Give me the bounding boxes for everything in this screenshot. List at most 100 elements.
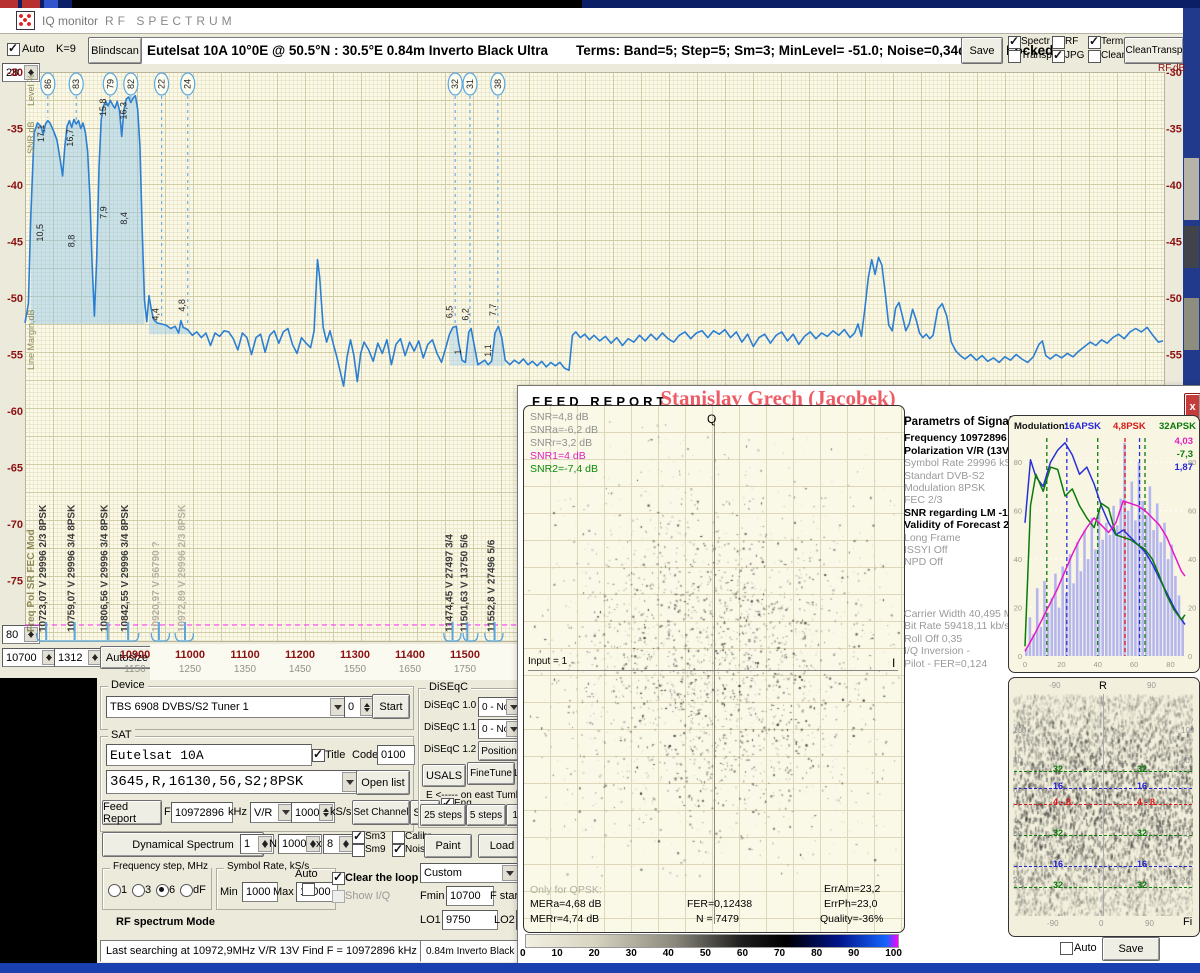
finetune-button[interactable]: FineTune (467, 762, 515, 785)
menu-iq-monitor[interactable]: IQ monitor (42, 14, 98, 28)
phase-y-label: 100 (1013, 726, 1026, 735)
symauto-checkbox[interactable] (302, 883, 315, 896)
diseqc10-label: DiSEqC 1.0 (424, 700, 476, 711)
svg-text:-50: -50 (1166, 293, 1182, 305)
step3-radio[interactable] (132, 884, 145, 897)
constellation-plot[interactable]: Q I Input = 1 SNR=4,8 dBSNRa=-6,2 dBSNRr… (523, 405, 905, 933)
svg-text:60: 60 (1014, 507, 1022, 516)
feed-auto-checkbox[interactable] (1060, 942, 1073, 955)
svg-text:10842,55 V 29996 3/4 8PSK: 10842,55 V 29996 3/4 8PSK (120, 504, 131, 632)
svg-text:0: 0 (1188, 652, 1192, 661)
step1-radio[interactable] (108, 884, 121, 897)
scale-number: 80 (811, 948, 822, 959)
svg-text:80: 80 (1166, 660, 1174, 669)
sat-name-input[interactable]: Eutelsat 10A (106, 744, 312, 766)
clear-loop-checkbox[interactable] (332, 872, 345, 885)
frequency-field[interactable]: 10972896 (171, 802, 233, 823)
svg-text:-45: -45 (1166, 237, 1182, 249)
signal-parameter-line: SNR regarding LM -1, dB (904, 507, 1006, 519)
svg-text:1450: 1450 (289, 664, 312, 675)
steps25-button[interactable]: 25 steps (420, 804, 466, 826)
svg-text:4,03: 4,03 (1175, 436, 1194, 447)
sm3-checkbox[interactable] (352, 831, 365, 844)
signal-parameter-line (904, 569, 1006, 582)
svg-text:SNR,dB: SNR,dB (26, 121, 36, 154)
density-gradient-bar (525, 934, 899, 948)
blindscan-button[interactable]: Blindscan (88, 37, 142, 64)
svg-text:4,8: 4,8 (177, 299, 187, 312)
open-list-button[interactable]: Open list (356, 770, 410, 795)
phase-top-minus90: -90 (1049, 681, 1061, 690)
phase-threshold-label: 4 - 8 (1137, 797, 1155, 807)
svg-text:-35: -35 (7, 124, 23, 136)
feed-save-button[interactable]: Save (1102, 937, 1160, 961)
svg-text:8,8: 8,8 (67, 235, 77, 248)
code-field[interactable]: 0100 (377, 745, 415, 765)
phase-threshold-label: 32 (1137, 764, 1147, 774)
noise-checkbox[interactable] (392, 844, 405, 857)
channel-combo[interactable]: 3645,R,16130,56,S2;8PSK (106, 770, 360, 794)
svg-text:24: 24 (183, 79, 193, 89)
stepdf-radio[interactable] (180, 884, 193, 897)
sm9-checkbox[interactable] (352, 844, 365, 857)
step6-radio[interactable] (156, 884, 169, 897)
paint-button[interactable]: Paint (424, 834, 472, 858)
start-button[interactable]: Start (372, 694, 410, 719)
scale-number: 70 (774, 948, 785, 959)
app-root: { "men­ubar_note": "satellite blindscan … (0, 0, 1200, 973)
svg-text:11300: 11300 (340, 649, 370, 661)
svg-text:40: 40 (1188, 555, 1196, 564)
svg-text:1150: 1150 (124, 664, 146, 675)
svg-text:-65: -65 (7, 463, 23, 475)
dyn-x-spinner[interactable]: 8 (323, 834, 355, 854)
usals-button[interactable]: USALS (422, 764, 466, 787)
snr-readout-line: SNR1=4 dB (530, 450, 598, 463)
feed-report-window[interactable]: FEED REPORT Stanislav Grech (Jacobek) x … (517, 385, 1200, 967)
menu-rf-spectrum[interactable]: RF SPECTRUM (105, 14, 236, 28)
svg-text:20: 20 (1188, 604, 1196, 613)
q-axis-label: Q (707, 412, 716, 426)
spectr-checkbox[interactable] (1008, 36, 1021, 49)
save-spectrum-button[interactable]: Save (961, 37, 1003, 64)
custom-combo[interactable]: Custom (420, 863, 520, 883)
fmin-field[interactable]: 10700 (446, 886, 494, 906)
position-button[interactable]: Position (478, 741, 520, 761)
searchstep-spinner[interactable]: 1000 (291, 802, 335, 823)
signal-parameter-line: Roll Off 0,35 (904, 633, 1006, 645)
svg-text:32APSK: 32APSK (1159, 421, 1196, 432)
svg-text:1550: 1550 (344, 664, 367, 675)
phase-threshold-label: 16 (1053, 781, 1063, 791)
taskbar-strip (0, 963, 1200, 973)
show-iq-checkbox[interactable] (332, 890, 345, 903)
scale-number: 40 (663, 948, 674, 959)
svg-text:-40: -40 (1166, 180, 1182, 192)
polarization-combo[interactable]: V/R (250, 802, 296, 823)
svg-text:-60: -60 (7, 406, 23, 418)
svg-text:1,87: 1,87 (1175, 462, 1194, 473)
auto-label: Auto (22, 43, 45, 55)
code-label: Code (352, 749, 378, 761)
auto-checkbox[interactable] (7, 43, 20, 56)
feed-report-button[interactable]: Feed Report (102, 800, 162, 825)
phase-noise-panel[interactable]: -90 R 90 -90 0 90 Fi 323216164 - 84 - 83… (1008, 677, 1200, 937)
steps5-button[interactable]: 5 steps (466, 804, 506, 826)
svg-text:60: 60 (1188, 507, 1196, 516)
svg-text:-35: -35 (1166, 124, 1182, 136)
svg-text:79: 79 (105, 79, 115, 89)
phase-threshold-line (1014, 835, 1192, 836)
set-channel-button[interactable]: Set Channel (352, 800, 410, 825)
svg-text:Freq Pol SR FEC Mod: Freq Pol SR FEC Mod (26, 529, 37, 632)
density-scale-numbers: 0102030405060708090100 (520, 948, 902, 959)
terms-checkbox[interactable] (1088, 36, 1101, 49)
transp-label: Transp. (1021, 50, 1055, 61)
svg-text:83: 83 (71, 79, 81, 89)
lo1-field[interactable]: 9750 (442, 910, 498, 930)
svg-text:10723,07 V 29996 2/3 8PSK: 10723,07 V 29996 2/3 8PSK (38, 504, 49, 632)
modulation-histogram-panel[interactable]: 002020404060608080020406080Modulation:16… (1008, 415, 1200, 673)
device-combo[interactable]: TBS 6908 DVBS/S2 Tuner 1 (106, 696, 348, 718)
title-checkbox[interactable] (312, 749, 325, 762)
svg-text:1750: 1750 (454, 664, 477, 675)
svg-text:-30: -30 (1166, 67, 1182, 79)
cleantransp-button[interactable]: CleanTransp (1124, 37, 1184, 64)
svg-text:40: 40 (1014, 555, 1022, 564)
